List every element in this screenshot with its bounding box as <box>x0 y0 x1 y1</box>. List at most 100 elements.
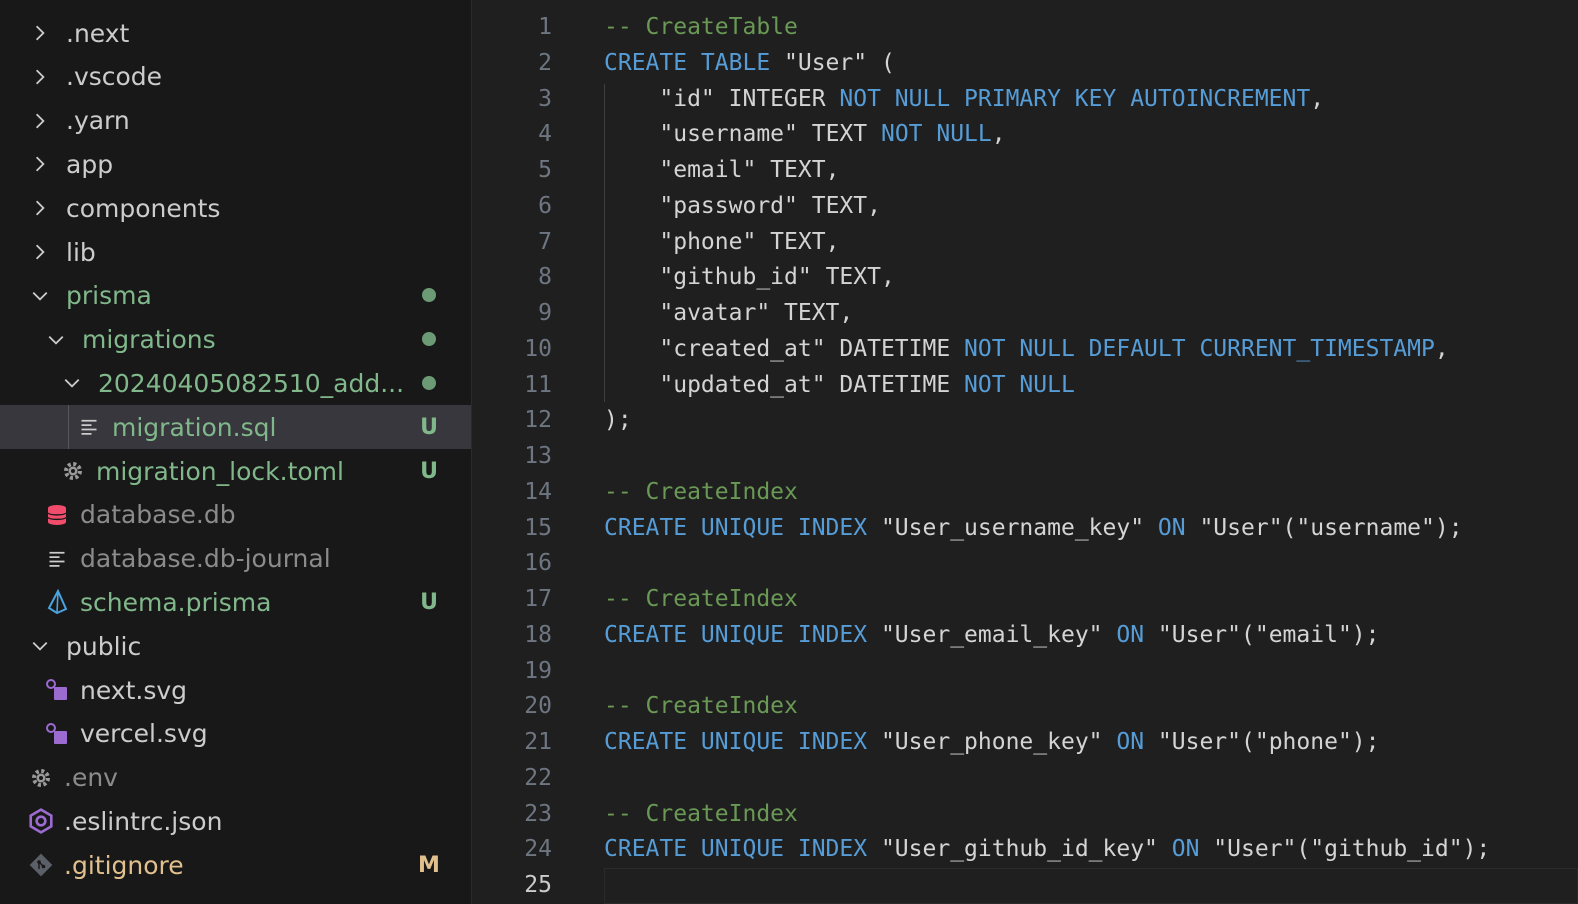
line-number: 24 <box>524 836 552 863</box>
code-token: "User_email_key" <box>880 621 1103 648</box>
tree-item[interactable]: database.db-journal <box>0 537 471 581</box>
chevron-down-icon <box>60 371 84 395</box>
line-number: 3 <box>538 85 552 112</box>
line-number: 10 <box>524 335 552 362</box>
code-token: "password" <box>659 192 798 219</box>
code-text: "password" TEXT, <box>604 193 881 219</box>
tree-item[interactable]: .yarn <box>0 99 471 143</box>
code-text: CREATE TABLE "User" ( <box>604 50 895 76</box>
code-token: "email" <box>1254 621 1352 648</box>
tree-item-label: components <box>66 193 221 223</box>
code-text: "updated_at" DATETIME NOT NULL <box>604 371 1074 398</box>
tree-item[interactable]: components <box>0 186 471 230</box>
tree-item[interactable]: vercel.svg <box>0 712 471 756</box>
tree-item-label: app <box>66 149 114 179</box>
code-line: 13 <box>472 438 1578 474</box>
tree-item[interactable]: prisma <box>0 274 471 318</box>
git-status-badge: M <box>418 852 440 878</box>
code-token: "username" <box>1296 514 1435 541</box>
line-number: 7 <box>538 228 552 255</box>
code-text: "phone" TEXT, <box>604 229 839 255</box>
code-line: 9 "avatar" TEXT, <box>472 295 1578 331</box>
tree-item[interactable]: database.db <box>0 493 471 537</box>
tree-item[interactable]: app <box>0 142 471 186</box>
tree-item[interactable]: public <box>0 624 471 668</box>
code-token: DATETIME <box>825 371 965 398</box>
code-token: ( <box>1241 729 1255 755</box>
text-file-icon <box>44 546 70 572</box>
code-token: -- CreateIndex <box>604 586 798 612</box>
tree-item-label: database.db <box>80 500 236 530</box>
code-text: "email" TEXT, <box>604 157 839 183</box>
code-text: CREATE UNIQUE INDEX "User_phone_key" ON … <box>604 729 1380 755</box>
code-token: ON <box>1102 621 1158 648</box>
code-text: -- CreateTable <box>604 14 798 40</box>
code-token: "updated_at" <box>659 371 826 398</box>
gear-icon <box>60 458 86 484</box>
tree-item-label: .env <box>64 763 118 793</box>
code-token: "avatar" <box>659 300 771 326</box>
code-token: ( <box>1282 514 1297 541</box>
code-token: CREATE UNIQUE INDEX <box>604 836 881 863</box>
code-text: "avatar" TEXT, <box>604 300 853 326</box>
chevron-right-icon <box>28 109 52 133</box>
tree-item-label: .next <box>66 18 130 48</box>
code-token: NOT NULL PRIMARY KEY AUTOINCREMENT <box>839 85 1311 112</box>
tree-item[interactable]: migrations <box>0 318 471 362</box>
tree-item-label: lib <box>66 237 96 267</box>
code-line: 8 "github_id" TEXT, <box>472 259 1578 295</box>
line-number: 21 <box>524 729 552 755</box>
tree-item[interactable]: .vscode <box>0 55 471 99</box>
tree-item-label: next.svg <box>80 675 188 705</box>
code-token: "github_id" <box>1310 836 1463 863</box>
code-token: -- CreateIndex <box>604 693 798 720</box>
tree-item-label: .eslintrc.json <box>64 806 223 836</box>
chevron-down-icon <box>44 328 68 352</box>
tree-item[interactable]: next.svg <box>0 668 471 712</box>
code-token: NOT NULL <box>880 121 992 148</box>
git-status-badge: U <box>420 589 438 615</box>
tree-item-label: .yarn <box>66 106 130 136</box>
line-number: 8 <box>538 264 552 291</box>
code-editor[interactable]: 1 -- CreateTable 2 CREATE TABLE "User" (3 "… <box>472 0 1578 904</box>
tree-item-label: prisma <box>66 281 152 311</box>
tree-item[interactable]: .env <box>0 756 471 800</box>
line-number: 15 <box>524 514 552 541</box>
line-number: 6 <box>538 192 552 219</box>
code-text: -- CreateIndex <box>604 693 798 719</box>
tree-item[interactable]: migration_lock.toml U <box>0 449 471 493</box>
code-line: 2 CREATE TABLE "User" ( <box>472 45 1578 81</box>
code-token: TEXT, <box>756 228 840 255</box>
tree-item[interactable]: .gitignore M <box>0 843 471 887</box>
line-number: 2 <box>538 49 552 76</box>
tree-item[interactable]: schema.prisma U <box>0 580 471 624</box>
tree-item[interactable]: migration.sql U <box>0 405 471 450</box>
code-token: "github_id" <box>659 264 812 291</box>
tree-item[interactable]: 20240405082510_add... <box>0 361 471 405</box>
line-number: 5 <box>538 157 552 183</box>
code-token: "created_at" <box>659 335 826 362</box>
line-number: 14 <box>524 478 552 505</box>
code-text: "github_id" TEXT, <box>604 264 894 291</box>
svg-file-icon <box>44 677 70 703</box>
git-status-badge: U <box>420 414 438 440</box>
code-token: "User" <box>1213 836 1297 863</box>
modified-dot-indicator <box>417 327 441 352</box>
code-token: , <box>1434 335 1449 362</box>
code-text: CREATE UNIQUE INDEX "User_github_id_key"… <box>604 836 1490 862</box>
line-number: 16 <box>524 550 552 577</box>
chevron-down-icon <box>28 284 52 308</box>
code-token: "email" <box>659 157 757 183</box>
eslint-icon <box>28 808 54 835</box>
code-token: , <box>1310 85 1325 112</box>
tree-item[interactable]: .eslintrc.json <box>0 799 471 843</box>
tree-item[interactable]: .next <box>0 11 471 55</box>
tree-item[interactable]: lib <box>0 230 471 274</box>
code-line: 17 -- CreateIndex <box>472 581 1578 617</box>
